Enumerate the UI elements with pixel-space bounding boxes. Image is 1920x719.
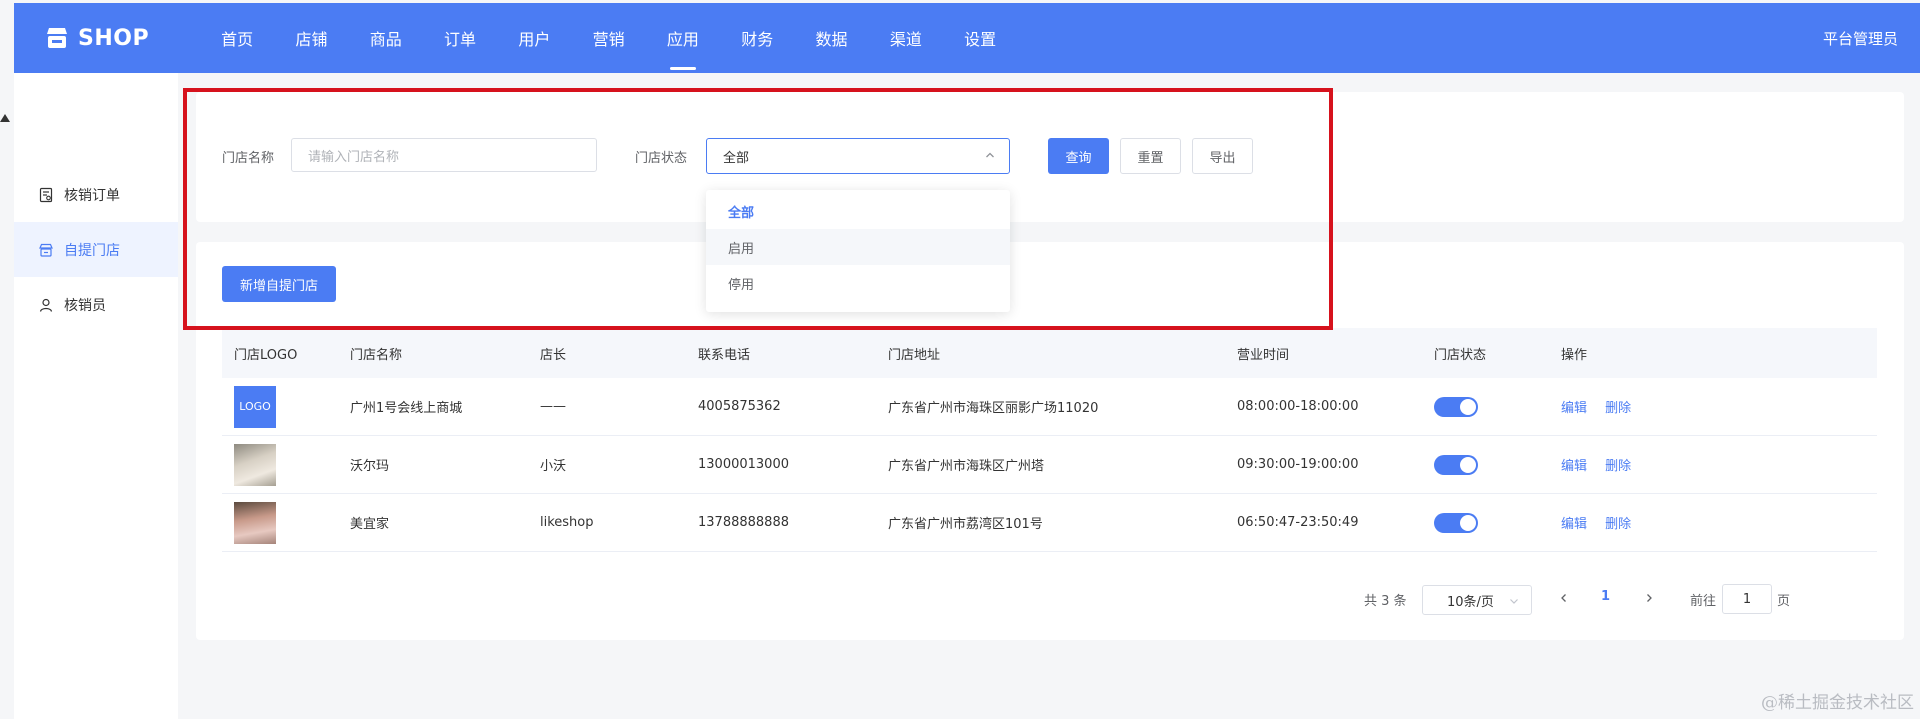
store-manager: —— (540, 399, 566, 414)
brand-name: SHOP (78, 25, 150, 51)
delete-link[interactable]: 删除 (1605, 517, 1631, 532)
column-header: 联系电话 (698, 347, 751, 363)
filter-panel: 门店名称 请输入门店名称 门店状态 全部 查询 重置 导出 (196, 92, 1904, 222)
collapse-marker (0, 114, 10, 122)
delete-link[interactable]: 删除 (1605, 401, 1631, 416)
store-status-label: 门店状态 (635, 151, 688, 166)
stores-table: 门店LOGO 门店名称 店长 联系电话 门店地址 营业时间 门店状态 操作 LO… (222, 328, 1877, 552)
column-header: 门店地址 (888, 347, 941, 363)
nav-shop[interactable]: 店铺 (274, 3, 348, 73)
nav-users[interactable]: 用户 (497, 3, 571, 73)
sidebar-item-label: 核销员 (64, 297, 106, 314)
query-button[interactable]: 查询 (1048, 138, 1109, 174)
column-header: 门店名称 (350, 347, 403, 363)
prev-page-icon[interactable] (1559, 593, 1569, 603)
store-manager: 小沃 (540, 459, 567, 474)
goto-page-input[interactable]: 1 (1722, 584, 1772, 614)
nav-settings[interactable]: 设置 (943, 3, 1017, 73)
nav-home[interactable]: 首页 (200, 3, 274, 73)
table-row: 沃尔玛 小沃 13000013000 广东省广州市海珠区广州塔 09:30:00… (222, 436, 1877, 494)
column-header: 操作 (1561, 347, 1588, 363)
table-header: 门店LOGO 门店名称 店长 联系电话 门店地址 营业时间 门店状态 操作 (222, 328, 1877, 378)
sidebar-item-pickup-stores[interactable]: 自提门店 (14, 222, 178, 277)
status-toggle[interactable] (1434, 512, 1478, 533)
nav-goods[interactable]: 商品 (349, 3, 423, 73)
goto-label: 前往 (1690, 594, 1717, 609)
chevron-up-icon (986, 152, 994, 158)
store-name: 沃尔玛 (350, 459, 390, 474)
table-row: LOGO 广州1号会线上商城 —— 4005875362 广东省广州市海珠区丽影… (222, 378, 1877, 436)
dropdown-option-enabled[interactable]: 启用 (706, 229, 1010, 265)
edit-link[interactable]: 编辑 (1561, 459, 1587, 474)
add-store-button[interactable]: 新增自提门店 (222, 266, 336, 302)
store-logo: LOGO (234, 385, 276, 428)
watermark: @稀土掘金技术社区 (1761, 693, 1914, 713)
store-name: 美宜家 (350, 517, 390, 532)
user-icon (39, 298, 53, 312)
column-header: 门店LOGO (234, 347, 298, 363)
store-name-input[interactable]: 请输入门店名称 (291, 138, 597, 172)
next-page-icon[interactable] (1644, 593, 1654, 603)
store-hours: 06:50:47-23:50:49 (1237, 515, 1359, 530)
sidebar-item-verifiers[interactable]: 核销员 (14, 277, 178, 332)
table-row: 美宜家 likeshop 13788888888 广东省广州市荔湾区101号 0… (222, 494, 1877, 552)
nav-channels[interactable]: 渠道 (869, 3, 943, 73)
receipt-icon (39, 187, 53, 202)
sidebar: 核销订单 自提门店 核销员 (14, 73, 178, 719)
admin-menu[interactable]: 平台管理员 (1823, 3, 1898, 73)
status-toggle[interactable] (1434, 454, 1478, 475)
store-address: 广东省广州市荔湾区101号 (888, 517, 1043, 532)
store-hours: 08:00:00-18:00:00 (1237, 399, 1359, 414)
sidebar-item-label: 核销订单 (64, 187, 120, 204)
pagination-total: 共 3 条 (1364, 594, 1407, 609)
store-logo-image (234, 443, 276, 486)
store-phone: 13788888888 (698, 515, 789, 530)
store-manager: likeshop (540, 515, 594, 530)
sidebar-item-label: 自提门店 (64, 242, 120, 259)
store-name-label: 门店名称 (222, 151, 275, 166)
main-nav: 首页 店铺 商品 订单 用户 营销 应用 财务 数据 渠道 设置 (200, 3, 1017, 73)
column-header: 营业时间 (1237, 347, 1290, 363)
delete-link[interactable]: 删除 (1605, 459, 1631, 474)
column-header: 门店状态 (1434, 347, 1487, 363)
store-phone: 4005875362 (698, 399, 781, 414)
shop-icon (47, 28, 67, 48)
nav-marketing[interactable]: 营销 (571, 3, 645, 73)
sidebar-item-verify-orders[interactable]: 核销订单 (14, 167, 178, 222)
store-status-select[interactable]: 全部 (706, 138, 1010, 174)
store-logo-image (234, 501, 276, 544)
store-address: 广东省广州市海珠区丽影广场11020 (888, 401, 1099, 416)
store-name: 广州1号会线上商城 (350, 401, 463, 416)
nav-finance[interactable]: 财务 (720, 3, 794, 73)
store-address: 广东省广州市海珠区广州塔 (888, 459, 1045, 474)
dropdown-option-all[interactable]: 全部 (706, 193, 1010, 229)
brand-logo[interactable]: SHOP (44, 3, 149, 73)
edit-link[interactable]: 编辑 (1561, 401, 1587, 416)
chevron-down-icon (1510, 599, 1518, 604)
column-header: 店长 (540, 347, 567, 363)
reset-button[interactable]: 重置 (1120, 138, 1181, 174)
nav-apps[interactable]: 应用 (646, 3, 720, 73)
edit-link[interactable]: 编辑 (1561, 517, 1587, 532)
status-dropdown: 全部 启用 停用 (706, 190, 1010, 312)
export-button[interactable]: 导出 (1192, 138, 1253, 174)
store-hours: 09:30:00-19:00:00 (1237, 457, 1359, 472)
nav-orders[interactable]: 订单 (423, 3, 497, 73)
page-size-select[interactable]: 10条/页 (1422, 585, 1532, 615)
status-toggle[interactable] (1434, 396, 1478, 417)
top-navbar: SHOP 首页 店铺 商品 订单 用户 营销 应用 财务 数据 渠道 设置 平台… (14, 3, 1920, 73)
store-icon (39, 243, 53, 257)
page-unit-label: 页 (1777, 594, 1791, 609)
dropdown-option-disabled[interactable]: 停用 (706, 265, 1010, 301)
page-number-current[interactable]: 1 (1601, 589, 1610, 604)
store-phone: 13000013000 (698, 457, 789, 472)
nav-data[interactable]: 数据 (794, 3, 868, 73)
